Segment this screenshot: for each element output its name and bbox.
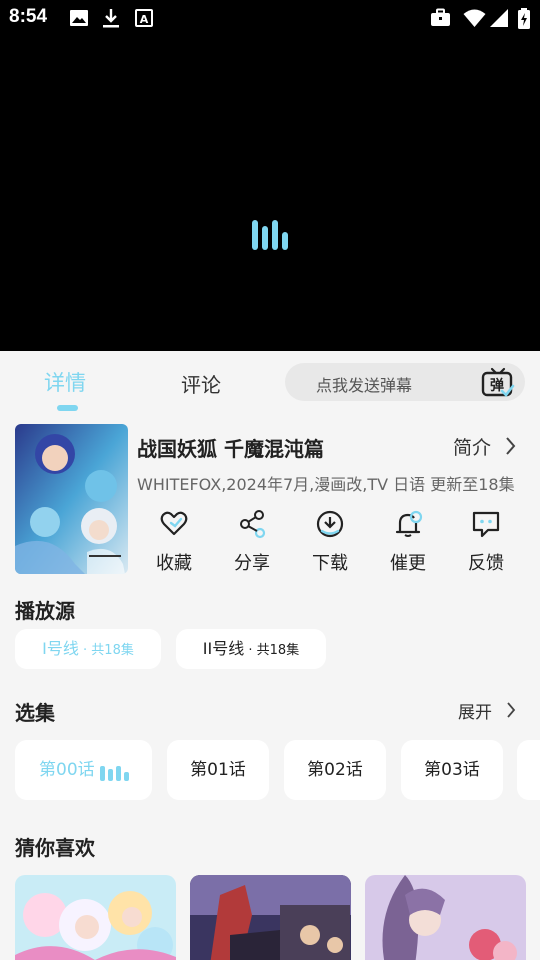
chevron-right-icon[interactable]: [503, 436, 517, 456]
tab-detail[interactable]: 详情: [44, 367, 86, 397]
recommend-card-thumbnail[interactable]: [365, 875, 526, 960]
episode-label: 第00话: [39, 760, 95, 780]
feedback-icon: [472, 511, 500, 538]
playing-indicator-icon: [100, 765, 130, 781]
danmaku-placeholder: 点我发送弹幕: [316, 376, 413, 395]
section-title-recommend: 猜你喜欢: [15, 836, 95, 860]
source-name: I号线: [42, 639, 79, 658]
feedback-button[interactable]: 反馈: [456, 509, 516, 575]
loading-indicator: [252, 220, 288, 250]
status-bar: 8:54 A: [0, 0, 540, 36]
episode-chip-03[interactable]: 第03话: [401, 740, 503, 800]
episode-chip-01[interactable]: 第01话: [167, 740, 269, 800]
favorite-button[interactable]: 收藏: [144, 509, 204, 575]
status-time: 8:54: [9, 6, 48, 27]
remind-update-button[interactable]: 催更: [378, 509, 438, 575]
recommend-card-thumbnail[interactable]: [15, 875, 176, 960]
anime-poster[interactable]: [15, 424, 128, 574]
source-chip-line1[interactable]: I号线 · 共18集: [15, 629, 161, 669]
share-button[interactable]: 分享: [222, 509, 282, 575]
video-player[interactable]: [0, 36, 540, 351]
episode-label: 第03话: [424, 760, 480, 780]
tab-active-indicator: [57, 405, 78, 411]
tab-comment[interactable]: 评论: [181, 369, 221, 398]
share-icon: [240, 510, 266, 539]
battery-icon: [518, 8, 530, 29]
download-icon: [103, 9, 119, 28]
anime-meta: WHITEFOX,2024年7月,漫画改,TV 日语 更新至18集: [137, 475, 515, 494]
remind-update-label: 催更: [390, 553, 426, 574]
source-count: 共18集: [256, 643, 300, 658]
source-chip-line2[interactable]: II号线 · 共18集: [176, 629, 326, 669]
section-title-source: 播放源: [15, 599, 75, 623]
episode-chip-partial[interactable]: [517, 740, 540, 800]
detail-panel: 详情 评论 点我发送弹幕 弹 战国妖狐 千魔混沌篇 简介 WHITEFOX,20…: [0, 351, 540, 960]
episode-label: 第01话: [190, 760, 246, 780]
svg-text:A: A: [140, 13, 149, 26]
image-icon: [70, 10, 88, 26]
danmaku-tv-icon[interactable]: 弹: [481, 367, 515, 399]
favorite-label: 收藏: [156, 553, 192, 574]
anime-title: 战国妖狐 千魔混沌篇: [137, 437, 324, 461]
episode-chip-02[interactable]: 第02话: [284, 740, 386, 800]
signal-icon: [490, 9, 508, 27]
episode-chip-00[interactable]: 第00话: [15, 740, 152, 800]
episode-label: 第02话: [307, 760, 363, 780]
heart-icon: [160, 511, 188, 536]
source-name: II号线: [202, 639, 245, 658]
chevron-right-icon[interactable]: [505, 701, 517, 719]
recommend-card-thumbnail[interactable]: [190, 875, 351, 960]
download-button[interactable]: 下载: [300, 509, 360, 575]
source-count: 共18集: [91, 643, 134, 658]
section-title-episodes: 选集: [15, 701, 55, 725]
text-a-icon: A: [135, 9, 153, 27]
expand-button[interactable]: 展开: [458, 698, 492, 723]
share-label: 分享: [234, 553, 270, 574]
danmaku-input[interactable]: 点我发送弹幕 弹: [285, 363, 525, 401]
bell-icon: [395, 510, 423, 537]
download-label: 下载: [312, 553, 348, 574]
feedback-label: 反馈: [468, 553, 504, 574]
briefcase-icon: [431, 8, 450, 26]
wifi-icon: [463, 9, 486, 27]
download-icon: [316, 510, 344, 538]
intro-button[interactable]: 简介: [453, 433, 491, 460]
